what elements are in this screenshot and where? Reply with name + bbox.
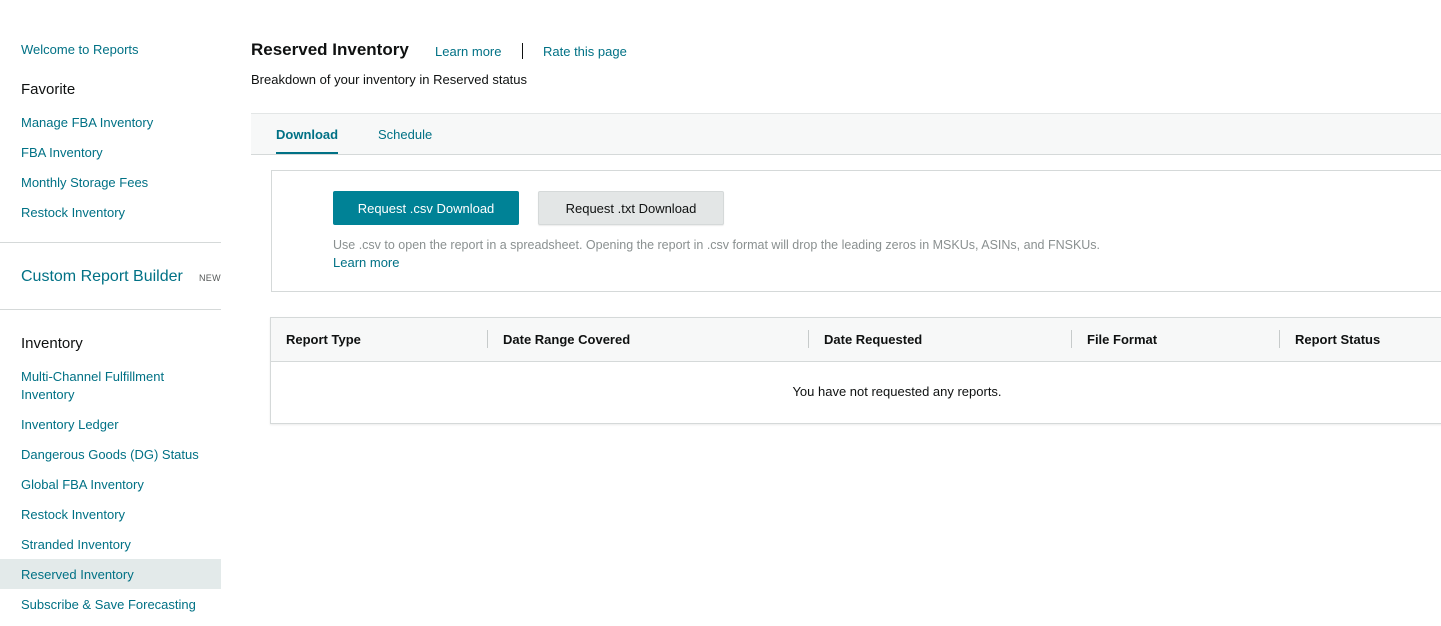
download-learn-more-link[interactable]: Learn more — [333, 254, 399, 272]
column-header-report-type[interactable]: Report Type — [286, 331, 361, 349]
sidebar-item-mcf-inventory[interactable]: Multi-Channel Fulfillment Inventory — [21, 368, 211, 404]
sidebar-item-welcome[interactable]: Welcome to Reports — [21, 41, 139, 59]
page-title: Reserved Inventory — [251, 40, 409, 59]
csv-note: Use .csv to open the report in a spreads… — [333, 238, 1101, 252]
sidebar-item-restock-inventory-fav[interactable]: Restock Inventory — [21, 204, 125, 222]
column-separator — [1279, 330, 1280, 348]
column-separator — [808, 330, 809, 348]
header-separator — [522, 43, 523, 59]
page-subtitle: Breakdown of your inventory in Reserved … — [251, 72, 528, 87]
sidebar-item-reserved-inventory[interactable]: Reserved Inventory — [21, 566, 134, 584]
column-header-report-status[interactable]: Report Status — [1295, 331, 1380, 349]
sidebar-item-stranded-inventory[interactable]: Stranded Inventory — [21, 536, 131, 554]
sidebar-item-inventory-ledger[interactable]: Inventory Ledger — [21, 416, 119, 434]
sidebar-item-monthly-storage-fees[interactable]: Monthly Storage Fees — [21, 174, 148, 192]
inventory-heading: Inventory — [21, 335, 83, 352]
download-panel: Request .csv Download Request .txt Downl… — [271, 170, 1441, 292]
column-header-date-range[interactable]: Date Range Covered — [503, 331, 630, 349]
reports-table: Report Type Date Range Covered Date Requ… — [270, 317, 1441, 424]
request-txt-download-button[interactable]: Request .txt Download — [538, 191, 724, 225]
tab-download[interactable]: Download — [276, 114, 339, 154]
sidebar: Welcome to Reports Favorite Manage FBA I… — [0, 0, 221, 626]
column-separator — [1071, 330, 1072, 348]
sidebar-item-manage-fba-inventory[interactable]: Manage FBA Inventory — [21, 114, 153, 132]
column-header-file-format[interactable]: File Format — [1087, 331, 1157, 349]
sidebar-item-subscribe-save-forecasting[interactable]: Subscribe & Save Forecasting — [21, 596, 196, 614]
sidebar-item-global-fba-inventory[interactable]: Global FBA Inventory — [21, 476, 144, 494]
empty-table-message: You have not requested any reports. — [792, 384, 1002, 399]
sidebar-item-dangerous-goods-status[interactable]: Dangerous Goods (DG) Status — [21, 446, 199, 464]
sidebar-divider — [0, 242, 221, 243]
tab-bar: Download Schedule — [251, 113, 1441, 155]
custom-report-builder-link[interactable]: Custom Report Builder — [21, 266, 183, 288]
rate-page-link[interactable]: Rate this page — [543, 43, 627, 61]
tab-schedule[interactable]: Schedule — [378, 114, 432, 155]
table-header: Report Type Date Range Covered Date Requ… — [271, 318, 1441, 362]
new-badge: NEW — [199, 273, 221, 283]
sidebar-divider — [0, 309, 221, 310]
column-separator — [487, 330, 488, 348]
favorite-heading: Favorite — [21, 81, 76, 98]
request-csv-download-button[interactable]: Request .csv Download — [333, 191, 519, 225]
sidebar-item-fba-inventory[interactable]: FBA Inventory — [21, 144, 103, 162]
column-header-date-requested[interactable]: Date Requested — [824, 331, 922, 349]
sidebar-item-restock-inventory[interactable]: Restock Inventory — [21, 506, 125, 524]
learn-more-link[interactable]: Learn more — [435, 43, 501, 61]
